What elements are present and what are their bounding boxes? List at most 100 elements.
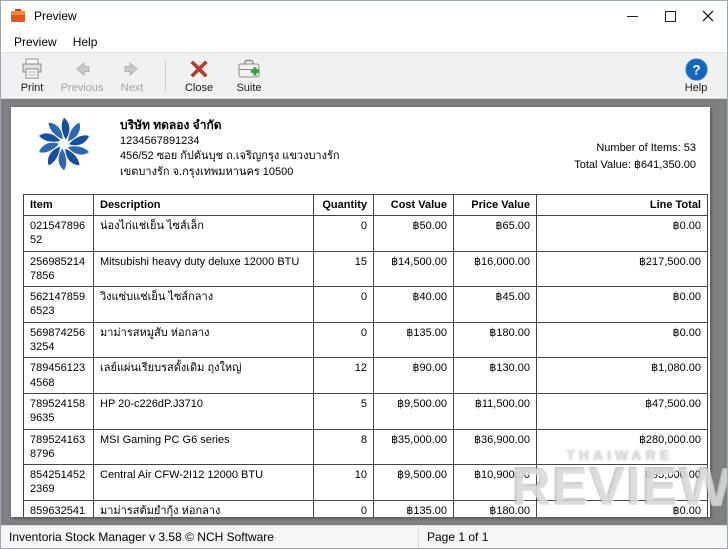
menu-help[interactable]: Help — [65, 33, 106, 51]
table-cell: 8 — [314, 429, 374, 465]
table-row: 256985214 7856Mitsubishi heavy duty delu… — [24, 251, 708, 287]
table-cell: ฿16,000.00 — [454, 251, 537, 287]
column-header: Line Total — [537, 195, 708, 216]
company-info: บริษัท ทดลอง จำกัด 1234567891234 456/52 … — [120, 115, 340, 180]
table-cell: น่องไก่แช่เย็น ไซส์เล็ก — [94, 216, 314, 252]
table-cell: ฿35,000.00 — [374, 429, 454, 465]
table-cell: HP 20-c226dP.J3710 — [94, 393, 314, 429]
maximize-button[interactable] — [651, 1, 689, 31]
table-cell: ฿50.00 — [374, 216, 454, 252]
table-cell: 569874256 3254 — [24, 322, 94, 358]
table-cell: ฿95,000.00 — [537, 465, 708, 501]
table-cell: 256985214 7856 — [24, 251, 94, 287]
help-question-icon: ? — [684, 57, 709, 81]
column-header: Quantity — [314, 195, 374, 216]
column-header: Price Value — [454, 195, 537, 216]
table-cell: 789456123 4568 — [24, 358, 94, 394]
report-summary: Number of Items: 53 Total Value: ฿641,35… — [574, 140, 696, 174]
table-cell: 10 — [314, 465, 374, 501]
svg-text:?: ? — [692, 62, 700, 77]
toolbar-spacer — [274, 55, 671, 96]
table-header: ItemDescriptionQuantityCost ValuePrice V… — [24, 195, 708, 216]
minimize-button[interactable] — [613, 1, 651, 31]
previous-arrow-icon — [70, 57, 94, 81]
table-cell: 789524163 8796 — [24, 429, 94, 465]
table-cell: ฿36,900.00 — [454, 429, 537, 465]
table-row: 562147859 6523วิงแซ่บแช่เย็น ไซส์กลาง0 ฿4… — [24, 287, 708, 323]
table-cell: ฿9,500.00 — [374, 393, 454, 429]
previous-button[interactable]: Previous — [57, 55, 107, 96]
table-cell: 854251452 2369 — [24, 465, 94, 501]
company-tax-id: 1234567891234 — [120, 134, 340, 149]
table-cell: ฿11,500.00 — [454, 393, 537, 429]
table-cell: ฿90.00 — [374, 358, 454, 394]
table-cell: ฿0.00 — [537, 287, 708, 323]
preview-area[interactable]: บริษัท ทดลอง จำกัด 1234567891234 456/52 … — [1, 99, 727, 525]
table-cell: มาม่ารสต้มยำกุ้ง ห่อกลาง — [94, 500, 314, 517]
table-cell: MSI Gaming PC G6 series — [94, 429, 314, 465]
total-value: Total Value: ฿641,350.00 — [574, 157, 696, 174]
table-cell: ฿180.00 — [454, 500, 537, 517]
table-row: 789456123 4568เลย์แผ่นเรียบรสดั้งเดิม ถุ… — [24, 358, 708, 394]
close-label: Close — [185, 83, 213, 94]
table-row: 569874256 3254มาม่ารสหมูสับ ห่อกลาง0฿135… — [24, 322, 708, 358]
table-cell: ฿180.00 — [454, 322, 537, 358]
table-row: 854251452 2369Central Air CFW-2I12 12000… — [24, 465, 708, 501]
table-cell: ฿280,000.00 — [537, 429, 708, 465]
table-cell: ฿10,900.00 — [454, 465, 537, 501]
table-cell: วิงแซ่บแช่เย็น ไซส์กลาง — [94, 287, 314, 323]
table-cell: 0 — [314, 287, 374, 323]
titlebar: Preview — [1, 1, 727, 31]
status-app-version: Inventoria Stock Manager v 3.58 © NCH So… — [1, 530, 418, 544]
table-cell: มาม่ารสหมูสับ ห่อกลาง — [94, 322, 314, 358]
next-button[interactable]: Next — [107, 55, 157, 96]
printer-icon — [20, 57, 44, 81]
table-row: 859632541 7856มาม่ารสต้มยำกุ้ง ห่อกลาง0฿… — [24, 500, 708, 517]
table-cell: ฿0.00 — [537, 216, 708, 252]
close-window-button[interactable] — [689, 1, 727, 31]
next-label: Next — [121, 83, 144, 94]
close-preview-button[interactable]: Close — [174, 55, 224, 96]
table-cell: 12 — [314, 358, 374, 394]
toolbar-separator — [165, 60, 166, 91]
status-page-indicator: Page 1 of 1 — [419, 530, 488, 544]
table-cell: 859632541 7856 — [24, 500, 94, 517]
menubar: Preview Help — [1, 31, 727, 52]
table-cell: ฿130.00 — [454, 358, 537, 394]
table-cell: ฿135.00 — [374, 322, 454, 358]
table-row: 021547896 52น่องไก่แช่เย็น ไซส์เล็ก0฿50.… — [24, 216, 708, 252]
report-page: บริษัท ทดลอง จำกัด 1234567891234 456/52 … — [11, 107, 710, 517]
table-cell: ฿45.00 — [454, 287, 537, 323]
inventory-table: ItemDescriptionQuantityCost ValuePrice V… — [23, 194, 708, 517]
preview-window: Preview Preview Help — [0, 0, 728, 549]
table-cell: 789524158 9635 — [24, 393, 94, 429]
next-arrow-icon — [120, 57, 144, 81]
table-cell: ฿0.00 — [537, 322, 708, 358]
table-cell: Mitsubishi heavy duty deluxe 12000 BTU — [94, 251, 314, 287]
app-icon — [10, 8, 26, 24]
print-button[interactable]: Print — [7, 55, 57, 96]
briefcase-plus-icon — [236, 57, 262, 81]
table-cell: 15 — [314, 251, 374, 287]
table-cell: ฿0.00 — [537, 500, 708, 517]
table-row: 789524158 9635HP 20-c226dP.J37105฿9,500.… — [24, 393, 708, 429]
company-address-line2: เขตบางรัก จ.กรุงเทพมหานคร 10500 — [120, 165, 340, 180]
previous-label: Previous — [61, 83, 104, 94]
column-header: Cost Value — [374, 195, 454, 216]
table-cell: 562147859 6523 — [24, 287, 94, 323]
table-body: 021547896 52น่องไก่แช่เย็น ไซส์เล็ก0฿50.… — [24, 216, 708, 518]
statusbar: Inventoria Stock Manager v 3.58 © NCH So… — [1, 525, 727, 548]
print-label: Print — [21, 83, 44, 94]
menu-preview[interactable]: Preview — [6, 33, 65, 51]
table-cell: ฿14,500.00 — [374, 251, 454, 287]
suite-label: Suite — [236, 83, 261, 94]
number-of-items: Number of Items: 53 — [574, 140, 696, 157]
table-row: 789524163 8796MSI Gaming PC G6 series8฿3… — [24, 429, 708, 465]
table-cell: ฿135.00 — [374, 500, 454, 517]
table-cell: เลย์แผ่นเรียบรสดั้งเดิม ถุงใหญ่ — [94, 358, 314, 394]
table-cell: 0 — [314, 500, 374, 517]
help-button[interactable]: ? Help — [671, 55, 721, 96]
table-cell: ฿1,080.00 — [537, 358, 708, 394]
suite-button[interactable]: Suite — [224, 55, 274, 96]
window-controls — [613, 1, 727, 31]
